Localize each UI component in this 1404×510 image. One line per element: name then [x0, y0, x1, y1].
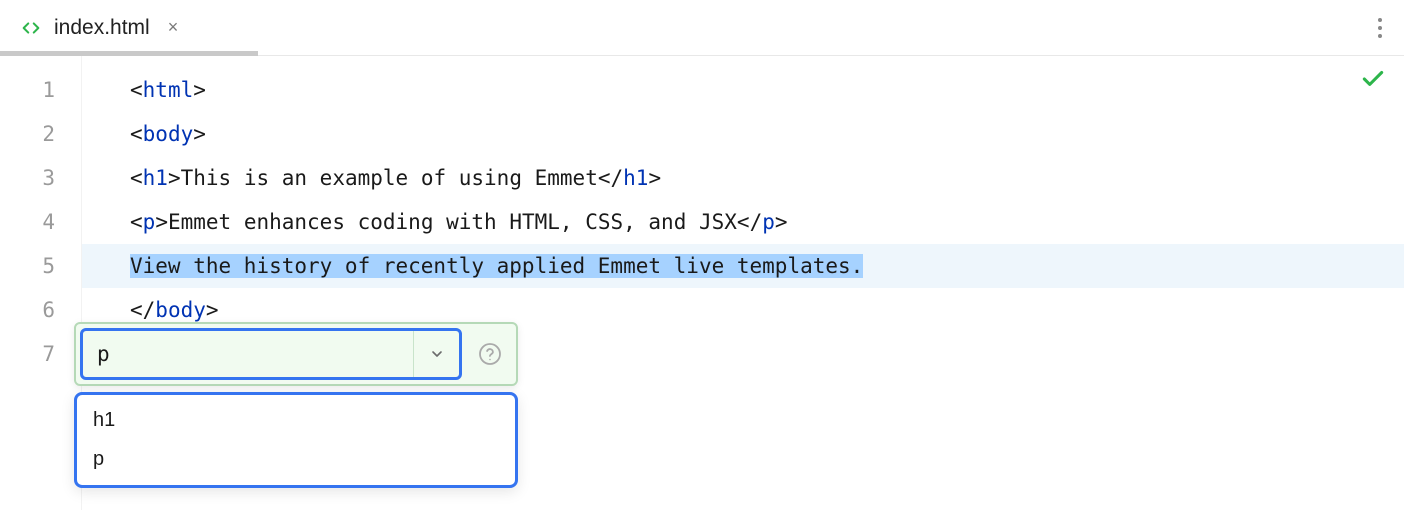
line-number: 6 [0, 288, 81, 332]
code-line: <html> [130, 68, 1404, 112]
line-number: 5 [0, 244, 81, 288]
tab-title: index.html [54, 16, 150, 40]
selected-text: View the history of recently applied Emm… [130, 254, 863, 278]
line-number: 7 [0, 332, 81, 376]
line-number: 4 [0, 200, 81, 244]
close-icon[interactable]: × [168, 17, 179, 38]
emmet-popup: h1 p [74, 322, 518, 488]
code-line: <p>Emmet enhances coding with HTML, CSS,… [130, 200, 1404, 244]
line-number: 3 [0, 156, 81, 200]
code-file-icon [20, 17, 42, 39]
line-number: 1 [0, 68, 81, 112]
code-line: <body> [130, 112, 1404, 156]
more-menu-icon[interactable] [1364, 12, 1396, 44]
emmet-input[interactable] [83, 331, 413, 377]
status-ok-icon[interactable] [1360, 66, 1386, 97]
tab-bar: index.html × [0, 0, 1404, 56]
history-item[interactable]: p [77, 440, 515, 479]
popup-input-row [74, 322, 518, 386]
line-number: 2 [0, 112, 81, 156]
help-icon[interactable] [472, 336, 508, 372]
popup-input-container [80, 328, 462, 380]
history-dropdown: h1 p [74, 392, 518, 488]
chevron-down-icon[interactable] [413, 331, 459, 377]
code-line: View the history of recently applied Emm… [130, 244, 1404, 288]
line-gutter: 1 2 3 4 5 6 7 [0, 56, 82, 510]
history-item[interactable]: h1 [77, 401, 515, 440]
file-tab[interactable]: index.html × [0, 0, 196, 55]
code-line: <h1>This is an example of using Emmet</h… [130, 156, 1404, 200]
